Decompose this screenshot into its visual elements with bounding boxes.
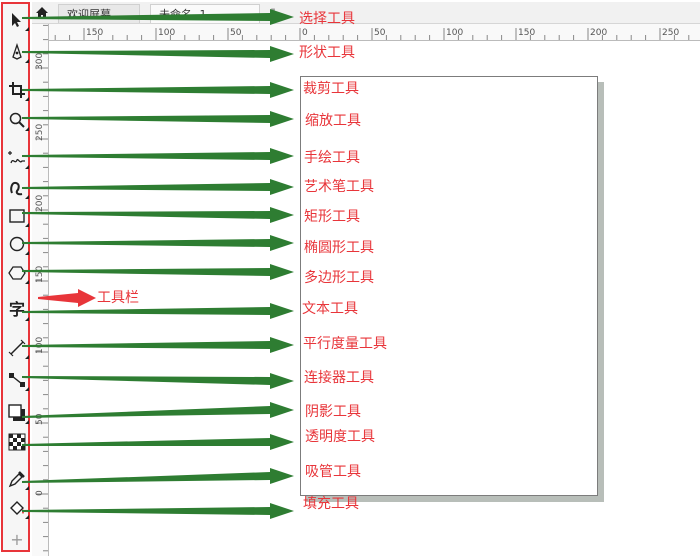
rectangle-tool-arrow <box>22 207 294 223</box>
connector-tool-label: 连接器工具 <box>304 370 374 386</box>
freehand-tool-arrow <box>22 148 294 164</box>
zoom-tool-label: 缩放工具 <box>305 113 361 129</box>
text-tool-label: 文本工具 <box>302 301 358 317</box>
zoom-tool-arrow <box>22 111 294 127</box>
freehand-tool-label: 手绘工具 <box>304 150 360 166</box>
polygon-tool-arrow <box>22 264 294 280</box>
rectangle-tool-label: 矩形工具 <box>304 209 360 225</box>
artistic-tool-arrow <box>22 179 294 195</box>
pick-tool-label: 选择工具 <box>299 11 355 27</box>
shape-tool-label: 形状工具 <box>299 45 355 61</box>
fill-tool-label: 填充工具 <box>303 496 359 512</box>
eyedropper-tool-arrow <box>22 468 294 484</box>
fill-tool-arrow <box>22 503 294 519</box>
text-tool-arrow <box>22 303 294 319</box>
ellipse-tool-label: 椭圆形工具 <box>304 240 374 256</box>
parallel-tool-arrow <box>22 337 294 353</box>
crop-tool-arrow <box>22 82 294 98</box>
transparency-tool-arrow <box>22 434 294 450</box>
artistic-tool-label: 艺术笔工具 <box>304 179 374 195</box>
shape-tool-arrow <box>22 46 294 62</box>
shadow-tool-label: 阴影工具 <box>305 404 361 420</box>
parallel-tool-label: 平行度量工具 <box>303 336 387 352</box>
pick-tool-arrow <box>22 9 294 25</box>
toolbar-label: 工具栏 <box>97 290 139 306</box>
connector-tool-arrow <box>22 373 294 389</box>
transparency-tool-label: 透明度工具 <box>305 429 375 445</box>
polygon-tool-label: 多边形工具 <box>304 270 374 286</box>
crop-tool-label: 裁剪工具 <box>303 81 359 97</box>
toolbar-red-arrow <box>38 289 96 307</box>
shadow-tool-arrow <box>22 402 294 418</box>
eyedropper-tool-label: 吸管工具 <box>305 464 361 480</box>
ellipse-tool-arrow <box>22 235 294 251</box>
